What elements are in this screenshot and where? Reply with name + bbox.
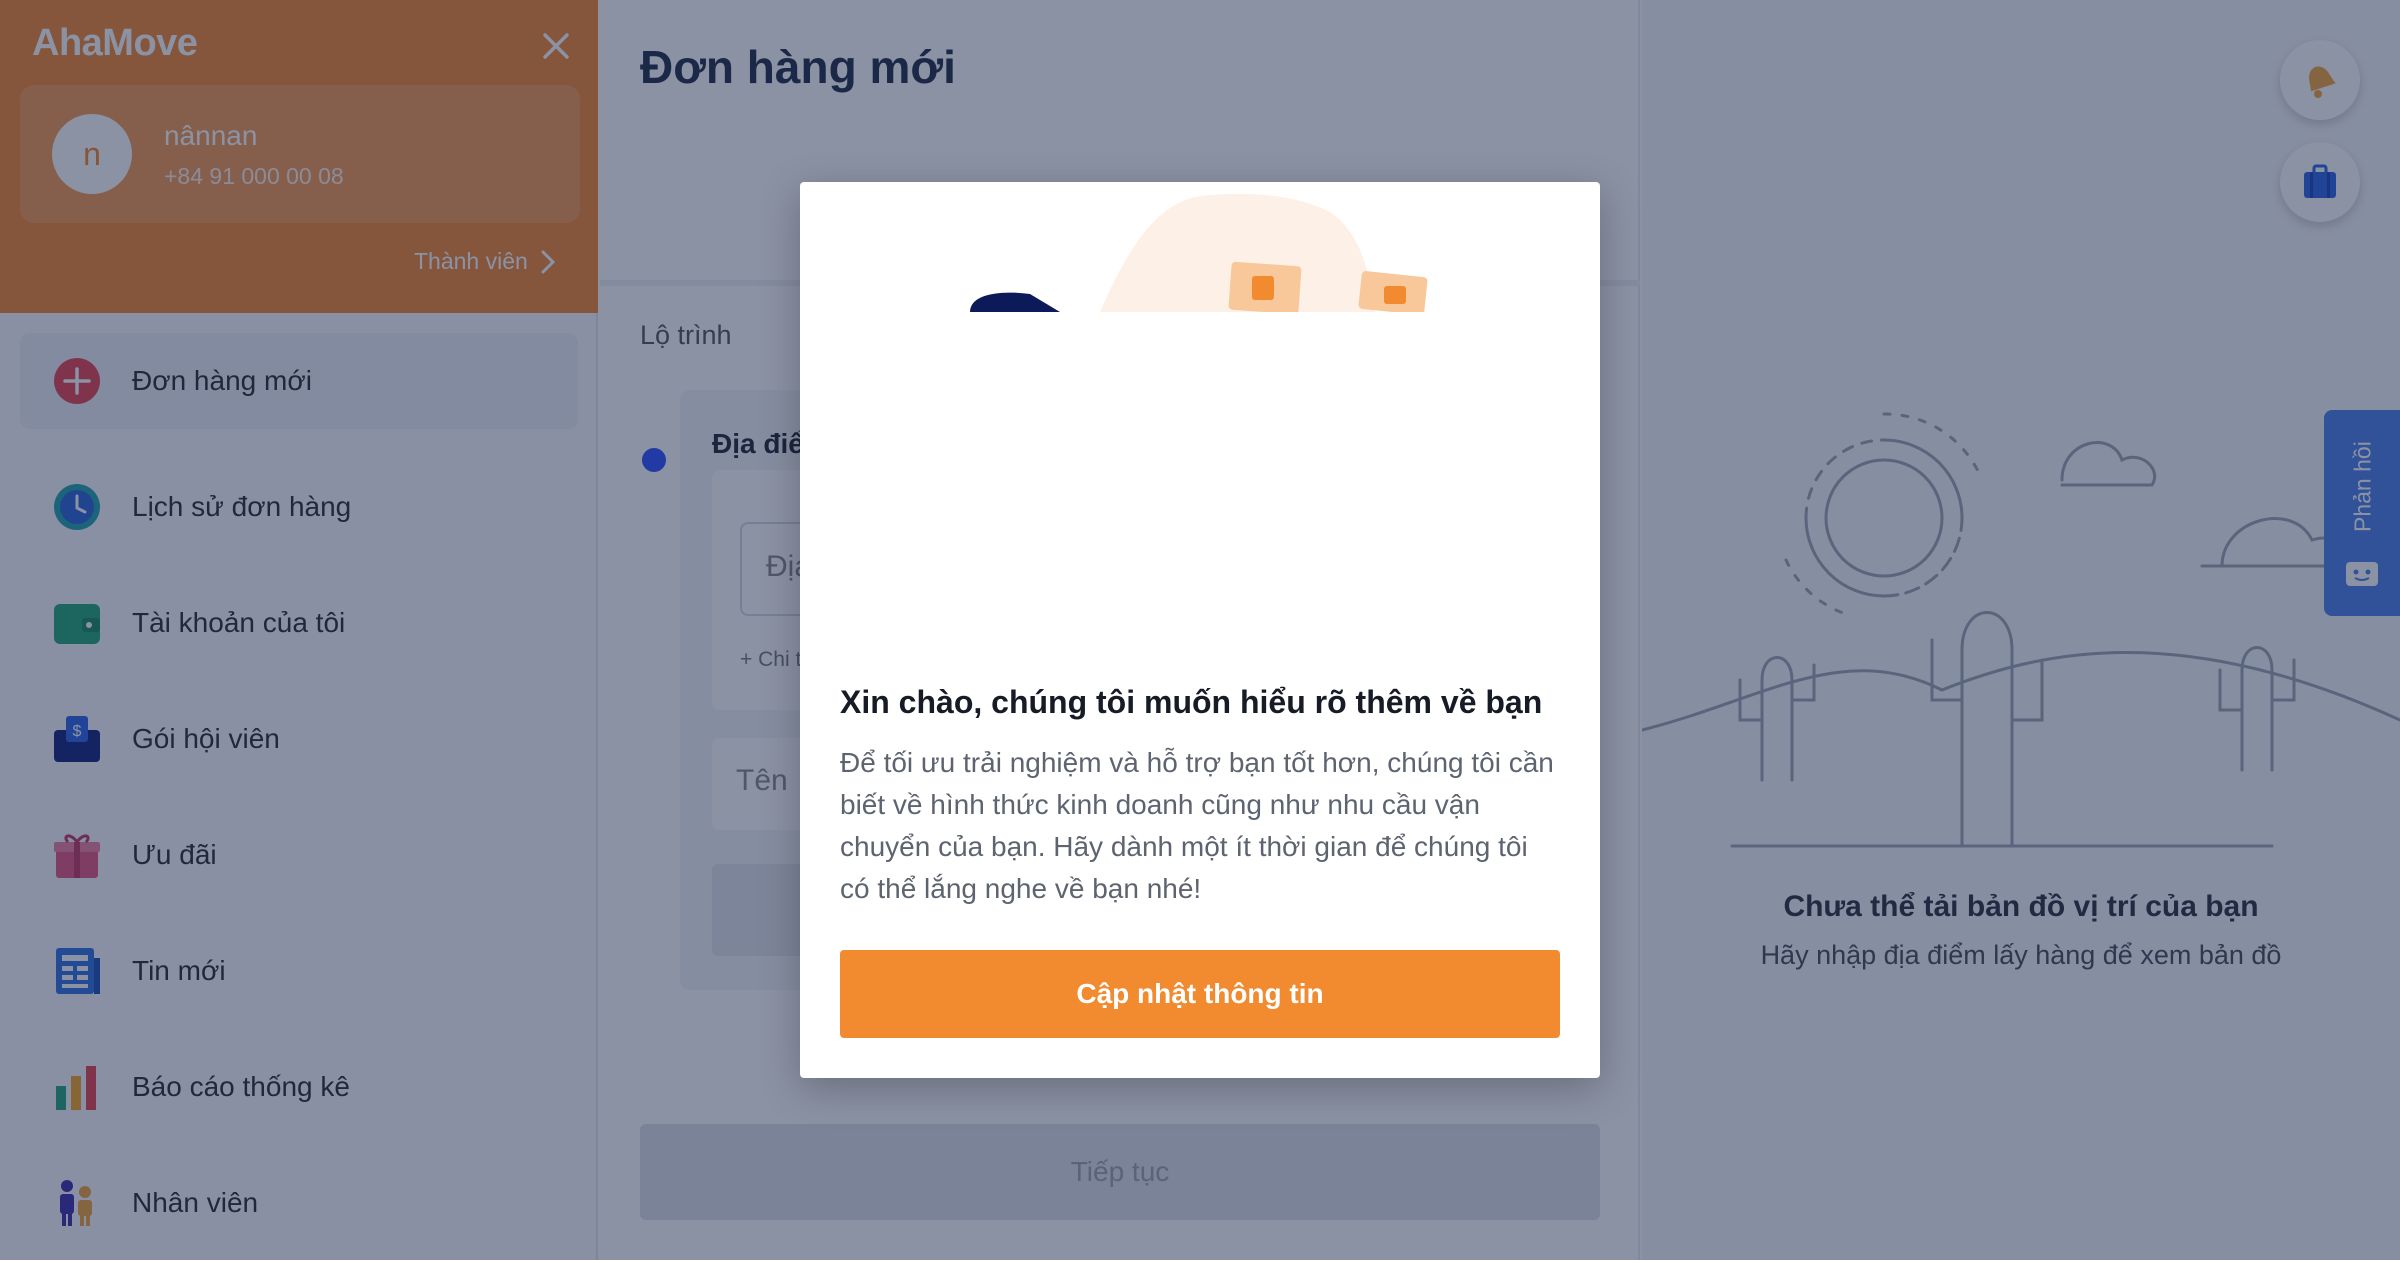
modal-title: Xin chào, chúng tôi muốn hiểu rõ thêm về… xyxy=(840,684,1543,720)
welcome-modal: Xin chào, chúng tôi muốn hiểu rõ thêm về… xyxy=(800,182,1600,1078)
update-info-button[interactable]: Cập nhật thông tin xyxy=(840,950,1560,1038)
welcome-illustration xyxy=(970,193,1428,312)
modal-body: Để tối ưu trải nghiệm và hỗ trợ bạn tốt … xyxy=(840,747,1554,904)
